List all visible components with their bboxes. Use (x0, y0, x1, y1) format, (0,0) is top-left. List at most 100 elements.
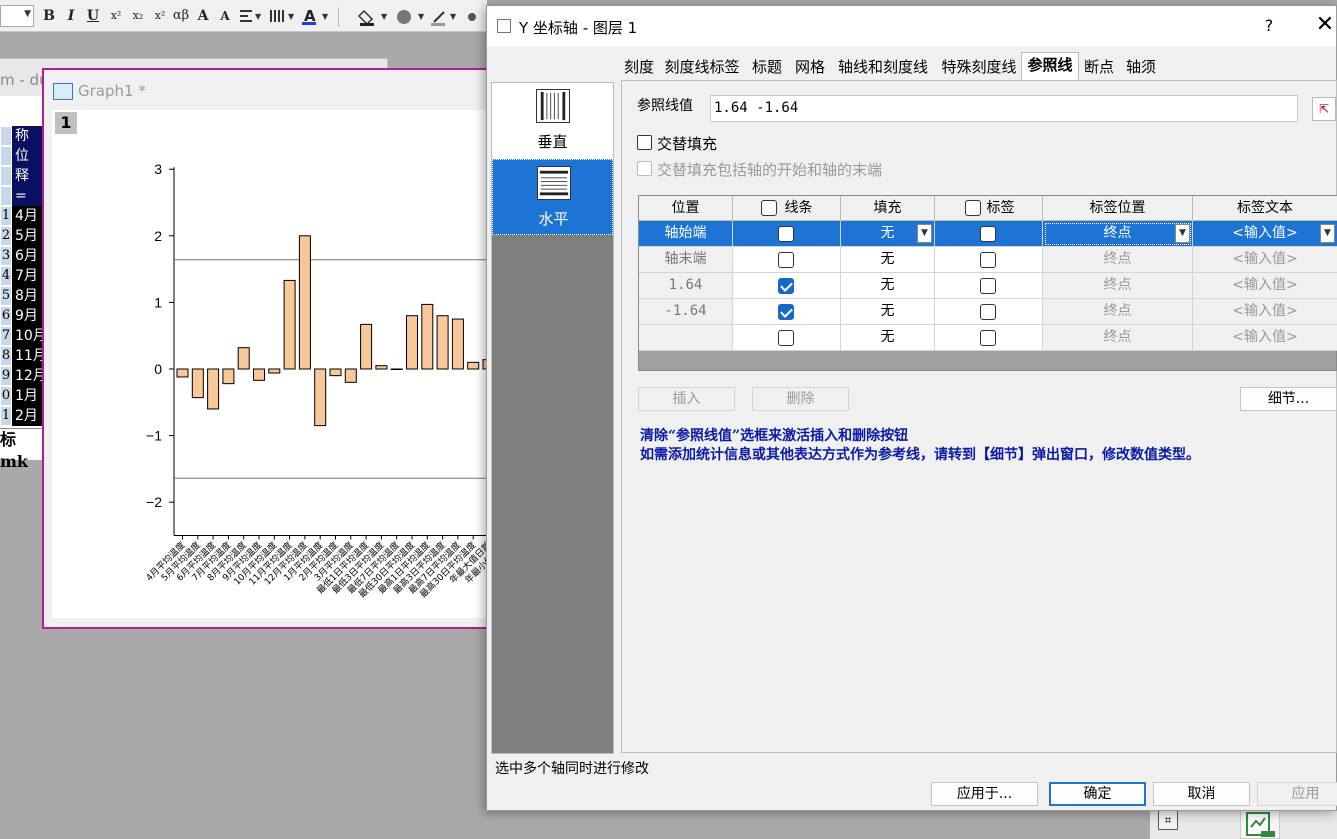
bar[interactable] (467, 361, 480, 370)
cell-label-text[interactable]: <输入值> ▼ (1193, 221, 1337, 247)
cell-position[interactable]: 1.64 (639, 273, 733, 299)
sheet-row[interactable]: 释 (0, 166, 42, 186)
cell-position[interactable] (639, 325, 733, 351)
sheet-row[interactable]: 1 2月 (0, 406, 42, 426)
help-button[interactable]: ? (1257, 16, 1281, 35)
line-checkbox[interactable] (778, 304, 794, 320)
sheet-row[interactable]: 0 1月 (0, 386, 42, 406)
cell-label-position[interactable]: 终点 (1043, 325, 1193, 351)
bar[interactable] (283, 279, 296, 370)
tab-line-and-ticks[interactable]: 轴线和刻度线 (831, 54, 935, 80)
header-checkbox[interactable] (965, 200, 981, 216)
sheet-row[interactable]: 6 9月 (0, 306, 42, 326)
close-button[interactable]: ✕ (1313, 12, 1337, 37)
bar[interactable] (360, 323, 373, 370)
sheet-row[interactable]: = (0, 186, 42, 206)
label-checkbox[interactable] (980, 252, 996, 268)
cell-line[interactable] (733, 299, 841, 325)
cell-label[interactable] (935, 221, 1043, 247)
bar[interactable] (207, 368, 220, 410)
publish-icon[interactable] (1240, 808, 1280, 839)
increase-font-button[interactable]: A (195, 6, 211, 26)
axis-item-vertical[interactable]: 垂直 (492, 83, 613, 159)
bar[interactable] (314, 368, 327, 427)
details-button[interactable]: 细节... (1240, 387, 1337, 411)
sheet-row[interactable]: 5 8月 (0, 286, 42, 306)
chevron-down-icon[interactable]: ▼ (1175, 224, 1190, 243)
bar[interactable] (421, 303, 434, 370)
axis-selector[interactable]: 垂直 水平 (491, 82, 614, 754)
sheet-cell[interactable]: 位 (12, 146, 42, 166)
insert-button[interactable]: 插入 (638, 387, 735, 411)
sheet-cell[interactable]: 4月 (12, 206, 42, 226)
bar[interactable] (375, 365, 388, 370)
line-checkbox[interactable] (778, 226, 794, 242)
cell-label-text[interactable]: <输入值> (1193, 273, 1337, 299)
cell-label[interactable] (935, 273, 1043, 299)
bar[interactable] (253, 368, 265, 381)
sheet-cell[interactable]: 5月 (12, 226, 42, 246)
tab-rug[interactable]: 轴须 (1119, 54, 1163, 80)
checkbox[interactable] (637, 161, 652, 176)
sheet-cell[interactable]: 10月 (12, 326, 42, 346)
cell-label-position[interactable]: 终点 (1043, 247, 1193, 273)
sheet-row[interactable]: 9 12月 (0, 366, 42, 386)
sheet-cell[interactable]: 9月 (12, 306, 42, 326)
grid-row[interactable]: 轴末端 无 终点 <输入值> (639, 247, 1337, 273)
sheet-row[interactable]: 1 4月 (0, 206, 42, 226)
greek-button[interactable]: αβ (170, 6, 192, 26)
ok-button[interactable]: 确定 (1049, 782, 1146, 806)
bar[interactable] (191, 368, 204, 399)
tab-tick-labels[interactable]: 刻度线标签 (659, 54, 745, 80)
sheet-cell[interactable]: 8月 (12, 286, 42, 306)
tab-breaks[interactable]: 断点 (1079, 54, 1119, 80)
reference-line-grid[interactable]: 位置 线条 填充 标签 标签位置 标签文本 轴始端无 ▼ 终点 ▼ <输入值> ▼ 轴末端无… (638, 195, 1337, 371)
bar[interactable] (222, 368, 235, 385)
sheet-cell[interactable]: 释 (12, 166, 42, 186)
ref-pick-icon[interactable]: ⇱ (1312, 97, 1336, 121)
y-axis-dialog[interactable]: Y 坐标轴 - 图层 1 ? ✕ 刻度 刻度线标签 标题 网格 轴线和刻度线 特… (486, 5, 1337, 811)
grid-row[interactable]: 1.64 无 终点 <输入值> (639, 273, 1337, 299)
sheet-cell[interactable]: 12月 (12, 366, 42, 386)
tab-reference-lines[interactable]: 参照线 (1021, 52, 1079, 82)
font-size-dropdown[interactable]: ▼ (0, 5, 34, 27)
bar[interactable] (390, 368, 403, 370)
sheet-row[interactable]: 7 10月 (0, 326, 42, 346)
sheet-cell[interactable]: 1月 (12, 386, 42, 406)
line-checkbox[interactable] (778, 278, 794, 294)
tab-title[interactable]: 标题 (745, 54, 789, 80)
bold-button[interactable]: B (40, 6, 58, 26)
chevron-down-icon[interactable]: ▼ (917, 224, 932, 243)
sheet-cell[interactable]: 6月 (12, 246, 42, 266)
delete-button[interactable]: 删除 (752, 387, 849, 411)
cell-label-position[interactable]: 终点 (1043, 273, 1193, 299)
bar[interactable] (176, 368, 189, 378)
cell-line[interactable] (733, 325, 841, 351)
cell-fill[interactable]: 无 ▼ (841, 221, 935, 247)
sheet-row[interactable]: 4 7月 (0, 266, 42, 286)
bar-series[interactable] (176, 235, 490, 427)
cell-line[interactable] (733, 273, 841, 299)
label-checkbox[interactable] (980, 304, 996, 320)
apply-button[interactable]: 应用 (1257, 782, 1337, 806)
sheet-row[interactable]: 8 11月 (0, 346, 42, 366)
sheet-row[interactable]: 称 (0, 126, 42, 146)
cell-fill[interactable]: 无 (841, 247, 935, 273)
chevron-down-icon[interactable]: ▼ (1320, 224, 1335, 243)
cell-line[interactable] (733, 221, 841, 247)
apply-to-button[interactable]: 应用于... (931, 782, 1038, 806)
cell-label-position[interactable]: 终点 ▼ (1043, 221, 1193, 247)
tab-grids[interactable]: 网格 (789, 54, 831, 80)
italic-button[interactable]: I (62, 6, 80, 26)
label-checkbox[interactable] (980, 278, 996, 294)
cell-position[interactable]: 轴始端 (639, 221, 733, 247)
cell-fill[interactable]: 无 (841, 325, 935, 351)
graph-window[interactable]: Graph1 * 3 2 1 0 −1 −2 4月平均温度 5月平均温度 6月平均温度 7月平均… (42, 68, 490, 629)
cell-label-text[interactable]: <输入值> (1193, 325, 1337, 351)
bar[interactable] (268, 368, 281, 374)
col-header-label[interactable]: 标签 (935, 196, 1043, 221)
cell-position[interactable]: -1.64 (639, 299, 733, 325)
graph-titlebar[interactable]: Graph1 * (44, 70, 486, 110)
tab-scale[interactable]: 刻度 (619, 54, 659, 80)
bar[interactable] (436, 315, 449, 370)
